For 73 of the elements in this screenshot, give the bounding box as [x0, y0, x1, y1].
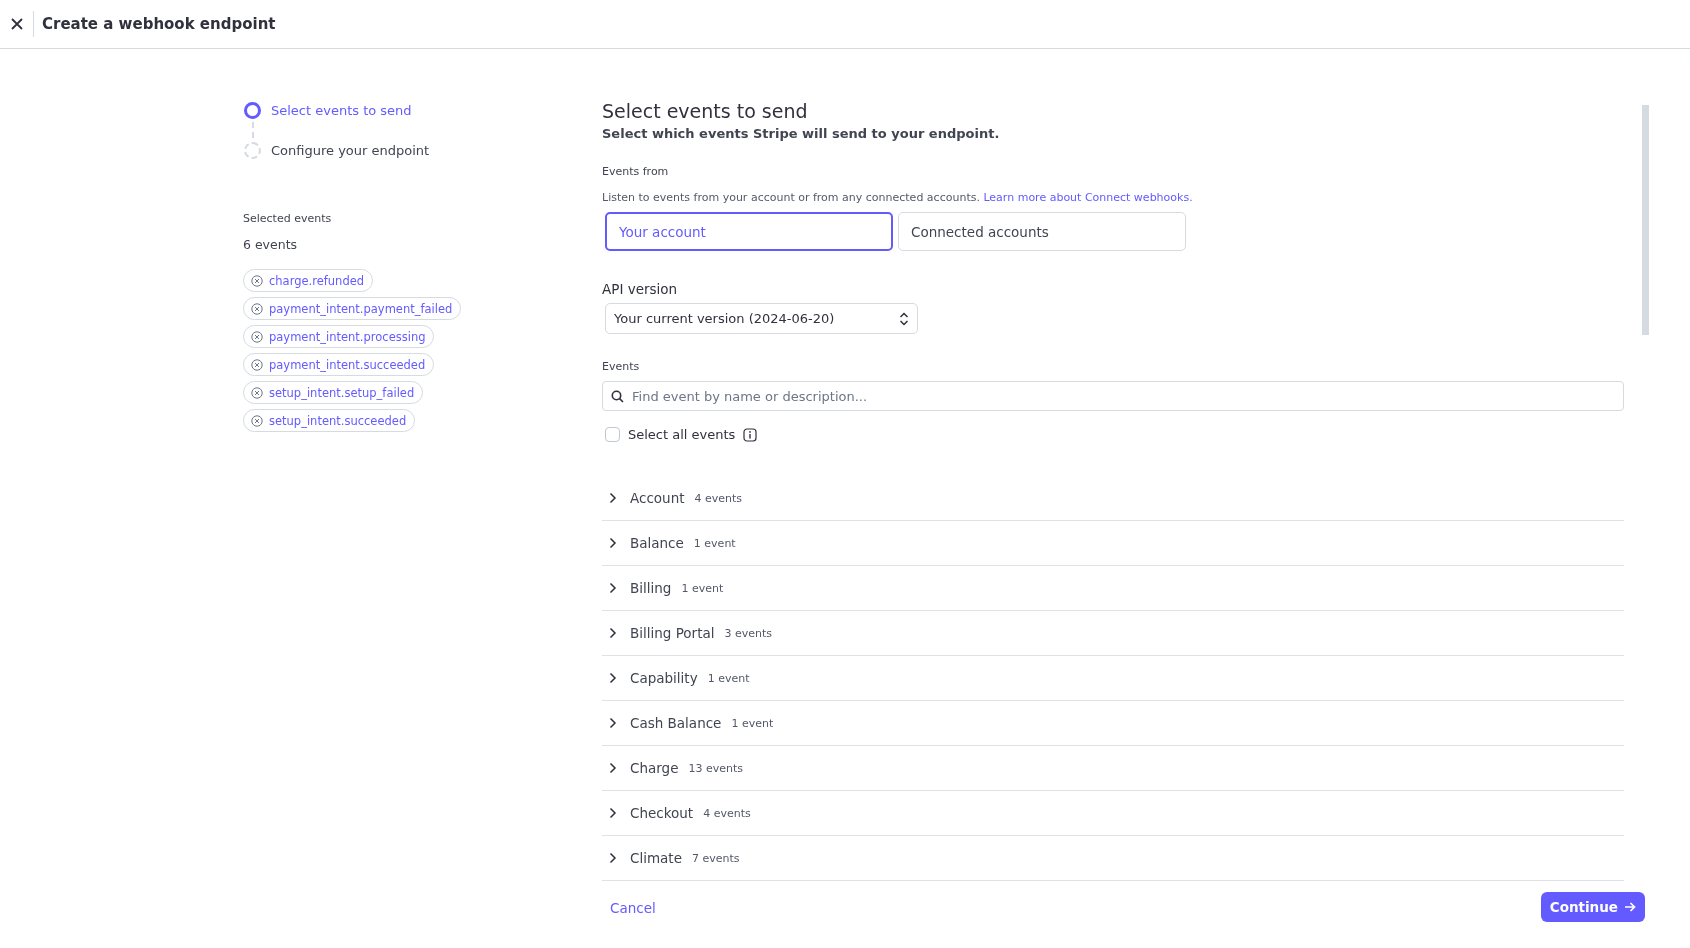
chevron-right-icon	[609, 582, 617, 594]
select-all-checkbox[interactable]	[605, 427, 620, 442]
event-name: payment_intent.processing	[269, 329, 426, 344]
api-version-label: API version	[602, 281, 679, 297]
account-option[interactable]: Your account	[605, 212, 893, 251]
event-group-count: 1 event	[681, 581, 724, 595]
chevron-right-icon	[609, 627, 617, 639]
event-group-name: Cash Balance	[630, 715, 722, 731]
event-name: setup_intent.succeeded	[269, 413, 407, 428]
event-group-name: Capability	[630, 670, 698, 686]
account-option[interactable]: Connected accounts	[898, 212, 1186, 251]
step-label[interactable]: Select events to send	[271, 102, 412, 118]
select-all-label: Select all events	[628, 427, 736, 442]
step-label[interactable]: Configure your endpoint	[271, 142, 430, 158]
chevron-right-icon	[609, 717, 617, 729]
event-search-field[interactable]: Find event by name or description...	[602, 381, 1624, 411]
section-heading: Select events to send	[602, 100, 809, 122]
event-group-count: 1 event	[693, 536, 736, 550]
connect-webhooks-link[interactable]: Learn more about Connect webhooks.	[983, 191, 1193, 204]
selected-events-count: 6 events	[243, 237, 299, 252]
event-name: payment_intent.succeeded	[269, 357, 426, 372]
close-icon	[11, 18, 23, 30]
event-name: charge.refunded	[269, 273, 365, 288]
remove-icon[interactable]	[251, 414, 263, 427]
arrow-right-icon	[1624, 901, 1636, 913]
remove-icon[interactable]	[251, 358, 263, 371]
event-group-count: 7 events	[691, 851, 740, 865]
remove-icon[interactable]	[251, 274, 263, 287]
section-subtitle: Select which events Stripe will send to your endpoint.	[602, 126, 1001, 141]
event-name: setup_intent.setup_failed	[269, 385, 415, 400]
event-group-name: Account	[630, 490, 685, 506]
chevron-right-icon	[609, 852, 617, 864]
chevron-right-icon	[609, 762, 617, 774]
event-group-row[interactable]: Billing Portal 3 events	[602, 611, 1624, 656]
event-group-count: 13 events	[688, 761, 743, 775]
event-group-row[interactable]: Account 4 events	[602, 476, 1624, 521]
event-group-name: Billing Portal	[630, 625, 715, 641]
event-group-row[interactable]: Cash Balance 1 event	[602, 701, 1624, 746]
event-group-name: Checkout	[630, 805, 694, 821]
remove-icon[interactable]	[251, 386, 263, 399]
event-group-count: 4 events	[703, 806, 751, 820]
event-group-count: 3 events	[724, 626, 773, 640]
info-icon[interactable]	[743, 427, 758, 442]
events-from-label: Events from	[602, 165, 670, 178]
chevron-up-down-icon	[899, 311, 909, 326]
remove-icon[interactable]	[251, 330, 263, 343]
continue-button[interactable]: Continue	[1540, 892, 1645, 922]
event-group-row[interactable]: Climate 7 events	[602, 836, 1624, 881]
selected-events-label: Selected events	[243, 212, 333, 225]
chevron-right-icon	[609, 492, 617, 504]
chevron-right-icon	[609, 672, 617, 684]
event-group-count: 1 event	[707, 671, 750, 685]
event-group-row[interactable]: Capability 1 event	[602, 656, 1624, 701]
chevron-right-icon	[609, 537, 617, 549]
event-group-name: Climate	[630, 850, 682, 866]
remove-icon[interactable]	[251, 302, 263, 315]
event-name: payment_intent.payment_failed	[269, 301, 453, 316]
help-text: Listen to events from your account or from any connected accounts.	[602, 191, 980, 204]
event-group-name: Balance	[630, 535, 684, 551]
scrollbar-thumb[interactable]	[1642, 105, 1649, 335]
event-group-count: 4 events	[694, 491, 743, 505]
cancel-link[interactable]: Cancel	[610, 900, 656, 916]
events-label: Events	[602, 360, 641, 373]
event-group-row[interactable]: Charge 13 events	[602, 746, 1624, 791]
chevron-right-icon	[609, 807, 617, 819]
event-group-row[interactable]: Balance 1 event	[602, 521, 1624, 566]
event-group-count: 1 event	[731, 716, 774, 730]
event-group-row[interactable]: Billing 1 event	[602, 566, 1624, 611]
event-group-name: Billing	[630, 580, 672, 596]
api-version-select[interactable]: Your current version (2024-06-20)	[605, 303, 918, 334]
event-group-row[interactable]: Checkout 4 events	[602, 791, 1624, 836]
page-title: Create a webhook endpoint	[42, 15, 276, 33]
event-group-name: Charge	[630, 760, 679, 776]
